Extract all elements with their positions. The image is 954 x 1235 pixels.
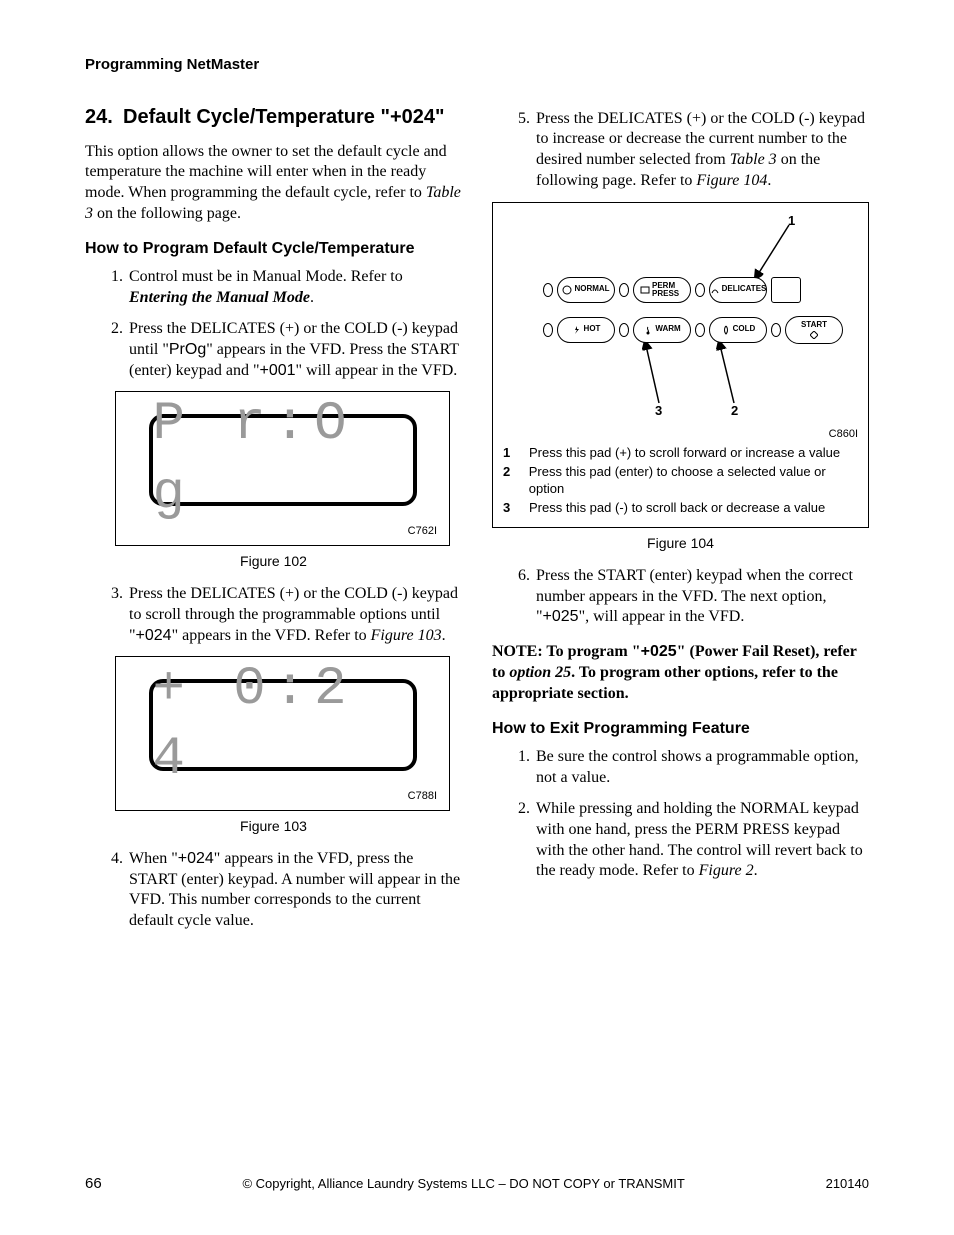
figure-104-legend: 1Press this pad (+) to scroll forward or…: [503, 445, 858, 517]
program-step-4: When "+024" appears in the VFD, press th…: [85, 849, 462, 932]
hot-button: HOT: [557, 317, 615, 343]
table-ref: Table 3: [85, 184, 461, 222]
exit-steps: Be sure the control shows a programmable…: [492, 747, 869, 882]
figure-104: 1 2 3: [492, 202, 869, 528]
led-icon: [543, 283, 553, 297]
step-6: Press the START (enter) keypad when the …: [534, 566, 869, 628]
keypad-grid: NORMAL PERM PRESS DELI: [543, 273, 843, 347]
copyright-text: © Copyright, Alliance Laundry Systems LL…: [242, 1176, 684, 1193]
exit-step-2: While pressing and holding the NORMAL ke…: [534, 799, 869, 882]
subhead-exit: How to Exit Programming Feature: [492, 719, 869, 740]
step-5: Press the DELICATES (+) or the COLD (-) …: [534, 109, 869, 192]
running-header: Programming NetMaster: [85, 55, 869, 75]
figure-102-caption: Figure 102: [85, 552, 462, 570]
figure-103: + 0:2 4 C788I: [115, 656, 450, 810]
cold-button: COLD: [709, 317, 767, 343]
step-4: When "+024" appears in the VFD, press th…: [127, 849, 462, 932]
delicates-button: DELICATES: [709, 277, 767, 303]
normal-button: NORMAL: [557, 277, 615, 303]
left-column: 24. Default Cycle/Temperature "+024" Thi…: [85, 105, 462, 943]
figure-103-caption: Figure 103: [85, 817, 462, 835]
section-number: 24.: [85, 105, 123, 130]
section-title-text: Default Cycle/Temperature "+024": [123, 105, 445, 130]
lcd-display-102: P r:O g: [149, 414, 417, 506]
program-step-6: Press the START (enter) keypad when the …: [492, 566, 869, 628]
blank-slot: [771, 277, 801, 303]
step-3: Press the DELICATES (+) or the COLD (-) …: [127, 584, 462, 646]
page-number: 66: [85, 1174, 102, 1194]
figure-104-caption: Figure 104: [492, 534, 869, 552]
step-1: Control must be in Manual Mode. Refer to…: [127, 267, 462, 309]
program-step-5: Press the DELICATES (+) or the COLD (-) …: [492, 109, 869, 192]
led-icon: [619, 283, 629, 297]
perm-press-button: PERM PRESS: [633, 277, 691, 303]
warm-button: WARM: [633, 317, 691, 343]
step-2: Press the DELICATES (+) or the COLD (-) …: [127, 319, 462, 381]
doc-number: 210140: [826, 1176, 869, 1193]
exit-step-1: Be sure the control shows a programmable…: [534, 747, 869, 789]
led-icon: [619, 323, 629, 337]
right-column: Press the DELICATES (+) or the COLD (-) …: [492, 105, 869, 943]
led-icon: [771, 323, 781, 337]
section-title: 24. Default Cycle/Temperature "+024": [85, 105, 462, 130]
led-icon: [695, 323, 705, 337]
note-paragraph: NOTE: To program "+025" (Power Fail Rese…: [492, 642, 869, 704]
intro-paragraph: This option allows the owner to set the …: [85, 142, 462, 225]
program-steps-1-2: Control must be in Manual Mode. Refer to…: [85, 267, 462, 381]
led-icon: [695, 283, 705, 297]
page-footer: 66 © Copyright, Alliance Laundry Systems…: [85, 1174, 869, 1194]
lcd-display-103: + 0:2 4: [149, 679, 417, 771]
figure-104-id: C860I: [503, 427, 858, 441]
start-button: START: [785, 316, 843, 344]
subhead-program: How to Program Default Cycle/Temperature: [85, 239, 462, 260]
program-step-3: Press the DELICATES (+) or the COLD (-) …: [85, 584, 462, 646]
figure-102: P r:O g C762I: [115, 391, 450, 545]
led-icon: [543, 323, 553, 337]
